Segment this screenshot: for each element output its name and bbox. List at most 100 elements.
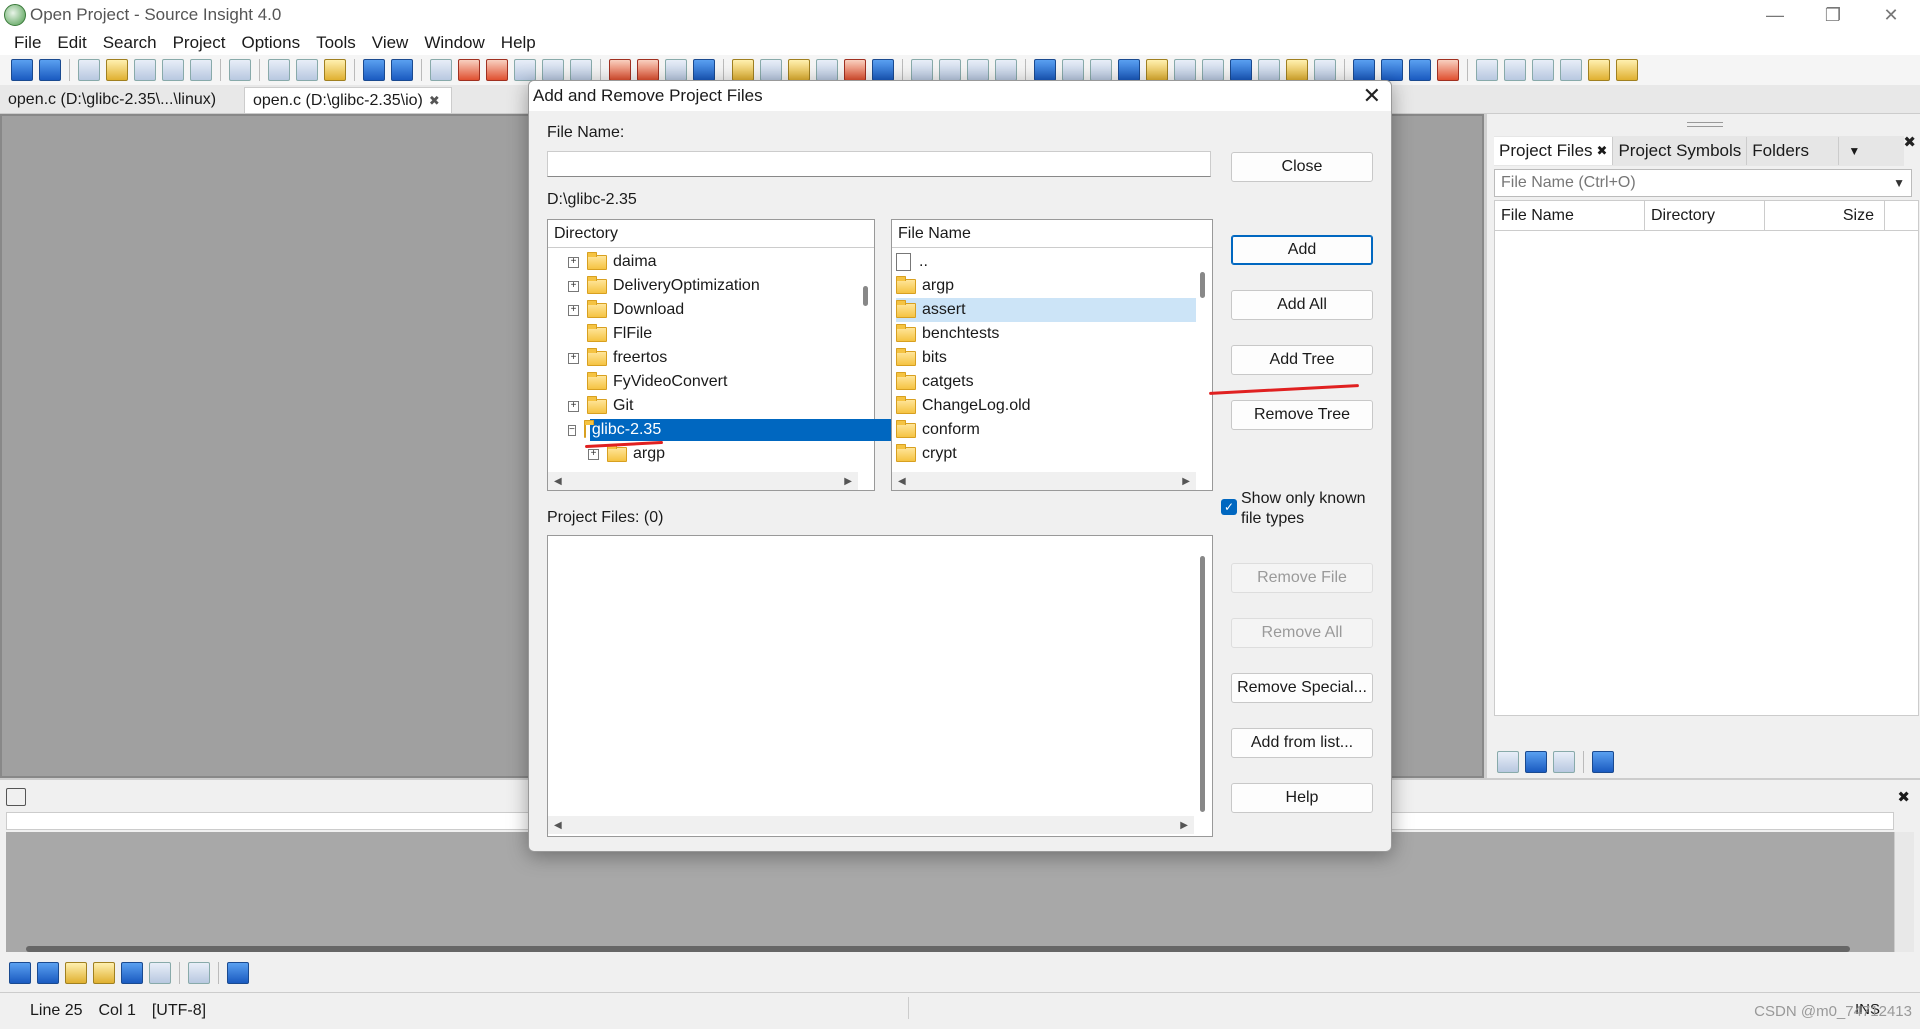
panel-grip-handle[interactable] [1687, 122, 1723, 127]
cut-icon[interactable] [268, 59, 290, 81]
save-as-icon[interactable] [162, 59, 184, 81]
replace-icon[interactable] [542, 59, 564, 81]
scroll-left-icon[interactable]: ◀ [898, 476, 906, 487]
relation-icon[interactable] [844, 59, 866, 81]
menu-options[interactable]: Options [234, 33, 309, 53]
new-file-icon[interactable] [78, 59, 100, 81]
style-f-icon[interactable] [1616, 59, 1638, 81]
restore-button[interactable]: ❐ [1804, 0, 1862, 30]
add-all-button[interactable]: Add All [1231, 290, 1373, 320]
find-icon[interactable] [430, 59, 452, 81]
menu-tools[interactable]: Tools [308, 33, 364, 53]
jump-back-icon[interactable] [609, 59, 631, 81]
tree-item-daima[interactable]: + daima [568, 250, 858, 274]
menu-file[interactable]: File [6, 33, 49, 53]
add-button[interactable]: Add [1231, 235, 1373, 265]
close-window-button[interactable]: ✕ [1862, 0, 1920, 30]
tab-open-c-io[interactable]: open.c (D:\glibc-2.35\io) ✖ [244, 87, 452, 113]
tabs-dropdown-icon[interactable]: ▼ [1839, 137, 1869, 165]
directory-tree[interactable]: Directory + daima + DeliveryOptimization… [547, 219, 902, 491]
window-list-icon[interactable] [1202, 59, 1224, 81]
panel-icon[interactable] [1062, 59, 1084, 81]
collapse-icon[interactable]: − [568, 424, 576, 436]
context-window-icon[interactable] [6, 788, 26, 806]
menu-project[interactable]: Project [165, 33, 234, 53]
file-item-assert[interactable]: assert [896, 298, 1196, 322]
column-directory[interactable]: Directory [1645, 201, 1765, 231]
replace-files-icon[interactable] [570, 59, 592, 81]
close-panel-icon[interactable]: ✖ [1903, 133, 1916, 151]
file-item-parent[interactable]: .. [896, 250, 1196, 274]
expand-icon[interactable]: + [568, 256, 579, 268]
tree-item-flfile[interactable]: FlFile [568, 322, 858, 346]
scroll-left-icon[interactable]: ◀ [554, 820, 562, 831]
project-info-icon[interactable] [1525, 751, 1547, 773]
references-icon[interactable] [121, 962, 143, 984]
tab-project-symbols[interactable]: Project Symbols [1613, 137, 1748, 165]
expand-icon[interactable]: + [568, 400, 579, 412]
file-item-bits[interactable]: bits [896, 346, 1196, 370]
style-c-icon[interactable] [1532, 59, 1554, 81]
file-item-changelog-old[interactable]: ChangeLog.old [896, 394, 1196, 418]
chevron-down-icon[interactable]: ▼ [1893, 176, 1905, 190]
browse-icon[interactable] [788, 59, 810, 81]
bird-icon[interactable] [1258, 59, 1280, 81]
forward-arrow-icon[interactable] [39, 59, 61, 81]
close-button[interactable]: Close [1231, 152, 1373, 182]
file-item-catgets[interactable]: catgets [896, 370, 1196, 394]
close-tab-icon[interactable]: ✖ [429, 93, 440, 109]
outline-icon[interactable] [149, 962, 171, 984]
add-tree-button[interactable]: Add Tree [1231, 345, 1373, 375]
save-all-icon[interactable] [190, 59, 212, 81]
horizontal-scrollbar[interactable]: ◀ ▶ [548, 816, 1194, 834]
paste-icon[interactable] [324, 59, 346, 81]
style-b-icon[interactable] [1504, 59, 1526, 81]
folder-sync-icon[interactable] [1146, 59, 1168, 81]
close-panel-icon[interactable]: ✖ [1897, 788, 1910, 806]
vertical-scrollbar-thumb[interactable] [1200, 556, 1205, 812]
open-icon[interactable] [1497, 751, 1519, 773]
back-arrow-icon[interactable] [11, 59, 33, 81]
file-item-crypt[interactable]: crypt [896, 442, 1196, 466]
references-icon[interactable] [872, 59, 894, 81]
table-icon[interactable] [1314, 59, 1336, 81]
file-name-list[interactable]: File Name .. argp assert benchtests bits… [891, 219, 1213, 491]
layout-4-icon[interactable] [995, 59, 1017, 81]
close-dialog-icon[interactable]: ✕ [1363, 83, 1381, 109]
file-item-argp[interactable]: argp [896, 274, 1196, 298]
menu-edit[interactable]: Edit [49, 33, 94, 53]
symbol-window-icon[interactable] [665, 59, 687, 81]
symbol-info-icon[interactable] [1118, 59, 1140, 81]
project-files-list[interactable]: ◀ ▶ [547, 535, 1213, 837]
scroll-right-icon[interactable]: ▶ [844, 476, 852, 487]
tree-item-download[interactable]: + Download [568, 298, 858, 322]
save-icon[interactable] [134, 59, 156, 81]
remove-line-icon[interactable] [1409, 59, 1431, 81]
tree-item-fyvideoconvert[interactable]: FyVideoConvert [568, 370, 858, 394]
remove-all-button[interactable]: Remove All [1231, 618, 1373, 648]
project-manager-icon[interactable] [1034, 59, 1056, 81]
open-folder-icon[interactable] [106, 59, 128, 81]
list-icon[interactable] [1553, 751, 1575, 773]
scroll-right-icon[interactable]: ▶ [1180, 820, 1188, 831]
jump-forward-icon[interactable] [637, 59, 659, 81]
tab-open-c-linux[interactable]: open.c (D:\glibc-2.35\...\linux) [0, 87, 242, 113]
expand-icon[interactable]: + [588, 448, 599, 460]
back-arrow-icon[interactable] [9, 962, 31, 984]
bookmark-icon[interactable] [693, 59, 715, 81]
remove-tree-button[interactable]: Remove Tree [1231, 400, 1373, 430]
scroll-left-icon[interactable]: ◀ [554, 476, 562, 487]
clip-icon[interactable] [1174, 59, 1196, 81]
column-file-name[interactable]: File Name [1495, 201, 1645, 231]
vertical-scrollbar-thumb[interactable] [1200, 272, 1205, 298]
project-file-search-input[interactable]: File Name (Ctrl+O) ▼ [1494, 169, 1912, 197]
show-known-types-checkbox[interactable]: ✓ [1221, 499, 1237, 515]
remove-file-button[interactable]: Remove File [1231, 563, 1373, 593]
menu-search[interactable]: Search [95, 33, 165, 53]
expand-icon[interactable]: + [568, 280, 579, 292]
layout-1-icon[interactable] [911, 59, 933, 81]
search-backward-icon[interactable] [458, 59, 480, 81]
search-files-icon[interactable] [514, 59, 536, 81]
style-e-icon[interactable] [1588, 59, 1610, 81]
tree-item-freertos[interactable]: + freertos [568, 346, 858, 370]
